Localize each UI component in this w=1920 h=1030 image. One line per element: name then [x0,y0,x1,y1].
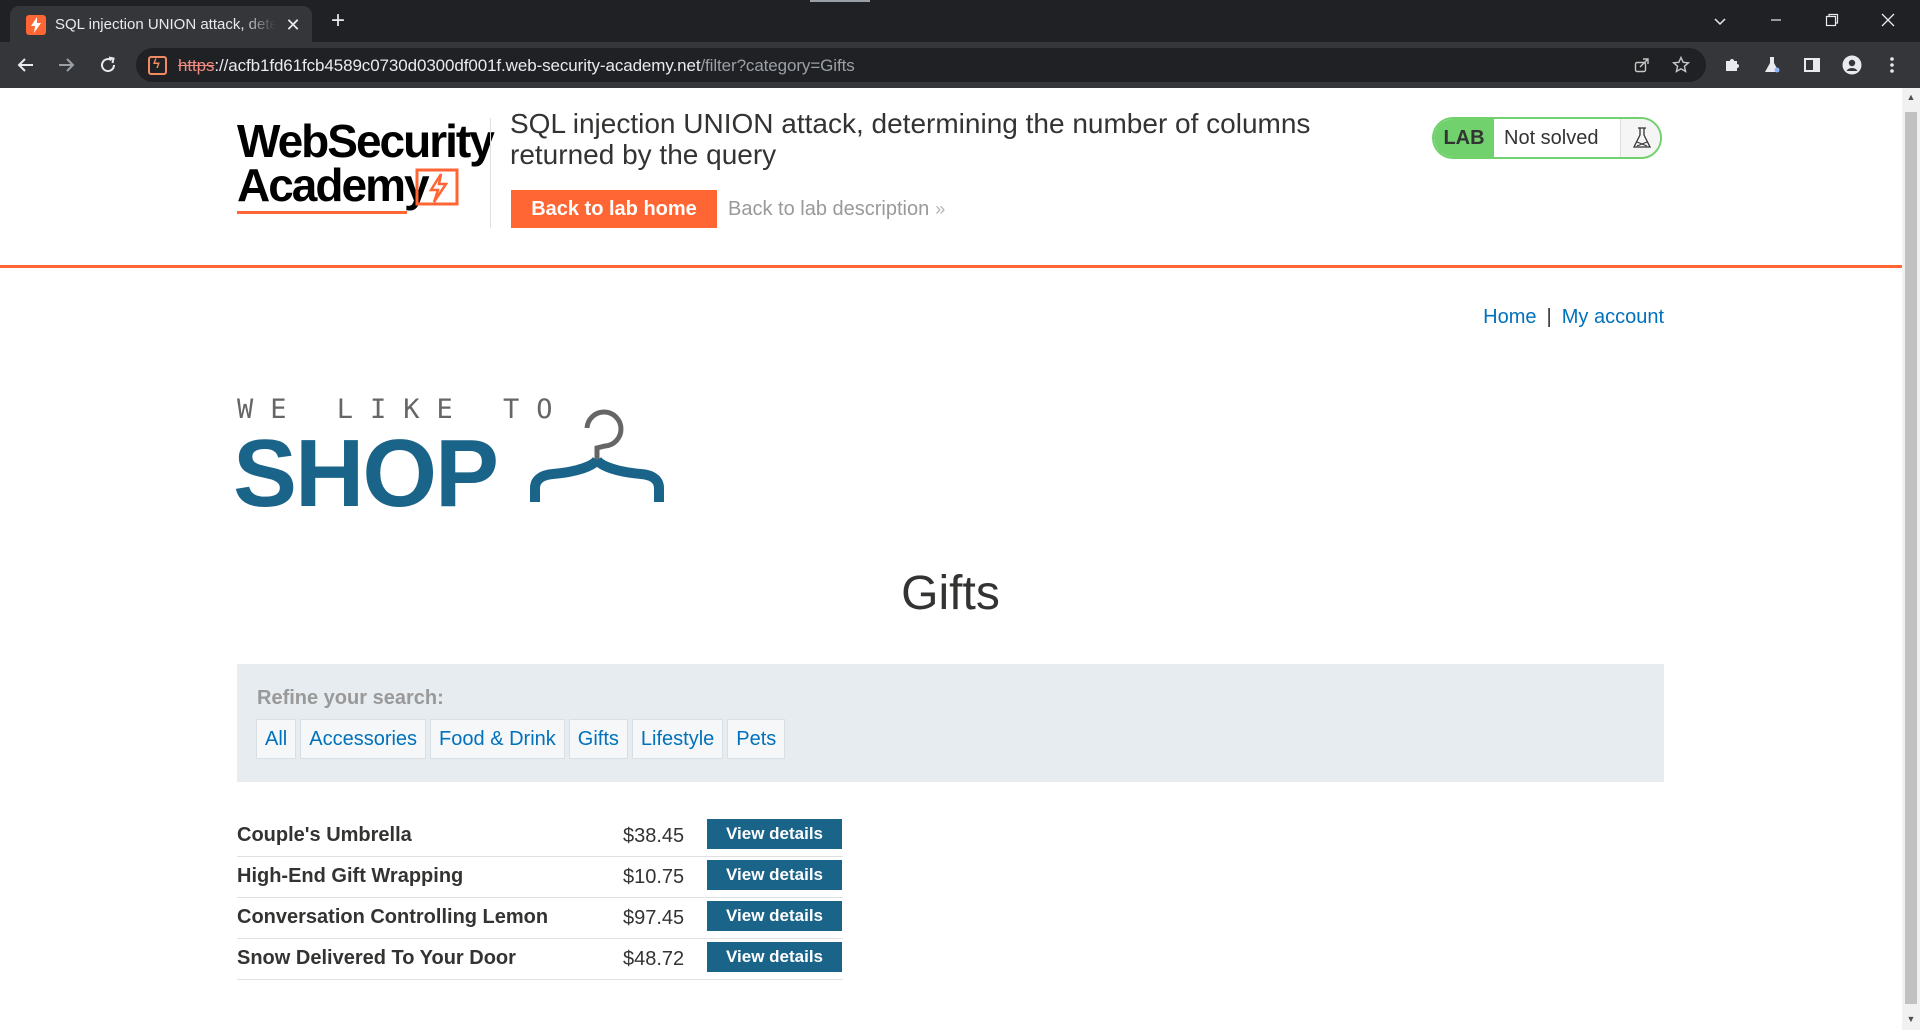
table-row: Snow Delivered To Your Door $48.72 View … [237,939,843,980]
page-viewport: WebSecurity Academy SQL injection UNION … [0,88,1902,1030]
extensions-puzzle-icon[interactable] [1718,51,1746,79]
filter-pets[interactable]: Pets [727,719,786,759]
product-price: $48.72 [623,948,685,970]
scroll-up-arrow-icon[interactable]: ▲ [1906,92,1916,102]
lab-flask-extension-icon[interactable] [1758,51,1786,79]
view-details-button[interactable]: View details [707,942,842,972]
url-text[interactable]: https://acfb1fd61fcb4589c0730d0300df001f… [178,56,855,76]
lab-tag: LAB [1434,119,1494,157]
scroll-down-arrow-icon[interactable]: ▼ [1906,1014,1916,1024]
lab-status-widget: LAB Not solved [1432,117,1662,159]
tab-title: SQL injection UNION attack, determining … [55,16,275,33]
browser-toolbar: ϟ https://acfb1fd61fcb4589c0730d0300df00… [0,42,1920,88]
category-filter-list: All Accessories Food & Drink Gifts Lifestyle… [256,719,789,759]
window-minimize-icon[interactable] [1748,0,1804,42]
product-name: High-End Gift Wrapping [237,865,464,887]
side-panel-icon[interactable] [1798,51,1826,79]
filter-all[interactable]: All [256,719,297,759]
view-details-button[interactable]: View details [707,901,842,931]
product-price: $10.75 [623,866,685,888]
window-close-icon[interactable] [1860,0,1916,42]
academy-lab-header: WebSecurity Academy SQL injection UNION … [0,88,1902,268]
bookmark-star-icon[interactable] [1668,52,1694,78]
clothes-hanger-icon [530,409,664,502]
logo-bolt-icon [415,168,459,206]
product-name: Conversation Controlling Lemon [237,906,549,928]
back-to-lab-home-button[interactable]: Back to lab home [511,190,717,228]
shop-logo-word: SHOP [233,420,499,527]
lab-flask-icon [1620,119,1660,157]
browser-tab-active[interactable]: SQL injection UNION attack, determining … [10,6,312,42]
browser-tabbar: SQL injection UNION attack, determining … [0,0,1920,42]
back-arrow-icon[interactable] [10,49,42,81]
portswigger-favicon-icon [26,15,46,35]
scrollbar-thumb[interactable] [1905,112,1917,1004]
view-details-button[interactable]: View details [707,860,842,890]
page-scrollbar[interactable]: ▲ ▼ [1902,88,1920,1030]
address-bar[interactable]: ϟ https://acfb1fd61fcb4589c0730d0300df00… [136,48,1706,82]
lab-title: SQL injection UNION attack, determining … [510,108,1311,170]
not-secure-warning-icon[interactable]: ϟ [148,56,167,75]
logo-line-2: Academy [237,159,430,211]
nav-home-link[interactable]: Home [1483,306,1536,328]
product-price: $38.45 [623,825,685,847]
filter-lifestyle[interactable]: Lifestyle [631,719,724,759]
shop-top-nav: Home | My account [1470,306,1664,329]
refine-search-label: Refine your search: [257,687,444,709]
we-like-to-shop-logo: WE LIKE TO SHOP [233,394,687,524]
tab-close-icon[interactable]: ✕ [282,14,304,36]
double-chevron-right-icon: » [935,199,946,219]
table-row: High-End Gift Wrapping $10.75 View detai… [237,857,843,898]
tab-search-chevron-down-icon[interactable] [1692,0,1748,42]
lab-solved-status: Not solved [1504,127,1599,149]
profile-avatar-icon[interactable] [1838,51,1866,79]
filter-food-drink[interactable]: Food & Drink [430,719,565,759]
view-details-button[interactable]: View details [707,819,842,849]
forward-arrow-icon[interactable] [50,49,82,81]
product-name: Snow Delivered To Your Door [237,947,516,969]
product-price: $97.45 [623,907,685,929]
window-restore-icon[interactable] [1804,0,1860,42]
share-icon[interactable] [1629,52,1655,78]
product-name: Couple's Umbrella [237,824,412,846]
back-to-lab-description-link[interactable]: Back to lab description» [728,198,945,221]
table-row: Conversation Controlling Lemon $97.45 Vi… [237,898,843,939]
refine-search-panel: Refine your search: All Accessories Food &… [237,664,1664,782]
filter-accessories[interactable]: Accessories [300,719,427,759]
tab-strip-indicator [810,0,870,2]
nav-separator: | [1546,306,1552,328]
logo-underline [237,211,407,214]
header-divider [490,118,491,228]
new-tab-plus-icon[interactable]: + [324,8,352,36]
category-title: Gifts [901,567,1000,620]
back-to-lab-description-label: Back to lab description [728,198,930,220]
web-security-academy-logo[interactable]: WebSecurity Academy [237,116,495,216]
reload-icon[interactable] [92,49,124,81]
table-row: Couple's Umbrella $38.45 View details [237,816,843,857]
nav-my-account-link[interactable]: My account [1562,306,1664,328]
filter-gifts[interactable]: Gifts [568,719,628,759]
browser-menu-kebab-icon[interactable] [1878,51,1906,79]
product-table: Couple's Umbrella $38.45 View details Hi… [237,816,843,980]
